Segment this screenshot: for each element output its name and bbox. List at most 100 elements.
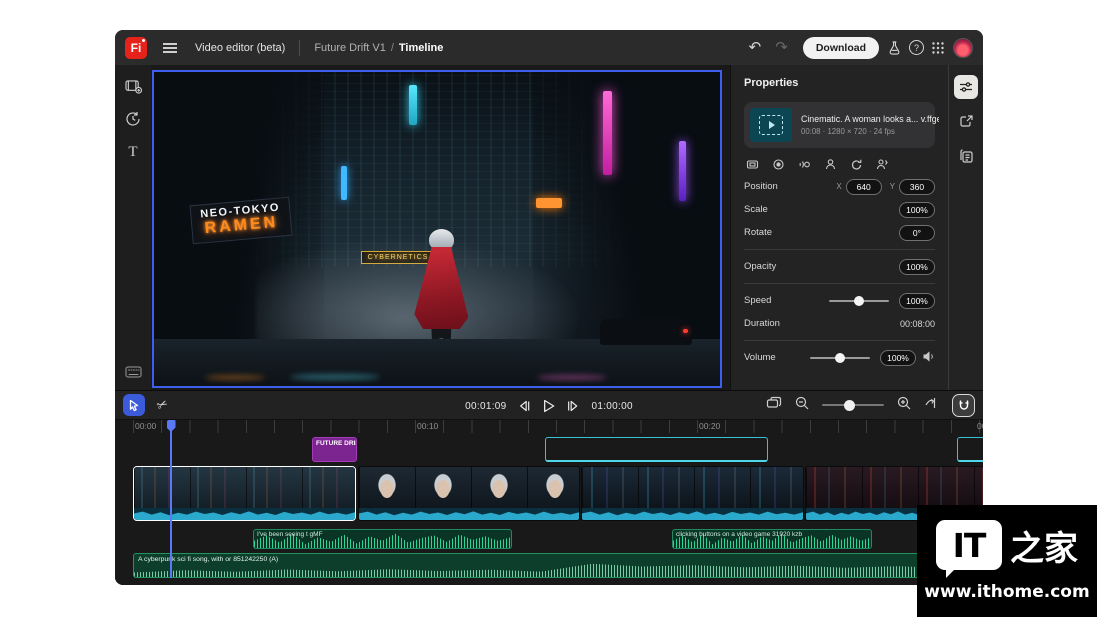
- split-tool-icon[interactable]: ✂: [154, 395, 171, 414]
- music-clip-label: A cyberpunk sci fi song, with or 8512422…: [138, 556, 278, 563]
- rotate-label: Rotate: [744, 227, 899, 238]
- audio-clip-label: clicking buttons on a video game 31920 k…: [676, 531, 802, 538]
- text-clip[interactable]: FUTURE DRIF: [312, 437, 357, 462]
- opacity-input[interactable]: [899, 259, 935, 275]
- panel-title: Properties: [744, 77, 935, 89]
- timeline-zoom-controls: [766, 394, 975, 417]
- reflection: [205, 375, 265, 380]
- redo-icon[interactable]: ↷: [775, 40, 788, 55]
- ithome-logo: IT: [936, 520, 1002, 570]
- divider: [299, 40, 300, 56]
- snap-playhead-icon[interactable]: [924, 396, 939, 415]
- overlay-video-clip-1[interactable]: [545, 437, 768, 462]
- hamburger-menu-icon[interactable]: [163, 47, 177, 49]
- preview-video[interactable]: NEO-TOKYO RAMEN CYBERNETICS: [152, 70, 722, 388]
- fit-timeline-icon[interactable]: [766, 396, 782, 415]
- play-button[interactable]: [543, 399, 556, 413]
- overlay-video-clip-2[interactable]: [957, 437, 983, 462]
- video-clip-3[interactable]: [581, 466, 804, 521]
- export-frame-icon[interactable]: [959, 114, 974, 134]
- transport-controls: 00:01:09 01:00:00: [465, 391, 633, 421]
- select-tool-button[interactable]: [123, 394, 145, 416]
- video-clip-2[interactable]: [358, 466, 580, 521]
- audio-levels-icon[interactable]: [798, 158, 811, 171]
- playhead[interactable]: [170, 420, 172, 578]
- help-icon[interactable]: ?: [909, 40, 924, 55]
- watermark: IT 之家 www.ithome.com: [917, 505, 1097, 617]
- position-y-input[interactable]: [899, 179, 935, 195]
- parked-car: [600, 319, 692, 345]
- video-clip-1-selected[interactable]: [133, 466, 356, 521]
- download-button[interactable]: Download: [803, 37, 879, 59]
- neon-sign: [536, 198, 562, 208]
- ruler-label: 00:30: [977, 421, 983, 431]
- timeline-tracks-area[interactable]: 00:00 00:10 00:20 00:30 FUTURE DRIF: [115, 420, 983, 583]
- opacity-row: Opacity: [744, 255, 935, 278]
- selected-clip-card[interactable]: Cinematic. A woman looks a... v.ffgenvid…: [744, 102, 935, 148]
- clip-metadata: 00:08 · 1280 × 720 · 24 fps: [801, 127, 939, 136]
- properties-tab-icon[interactable]: [954, 75, 978, 99]
- timeline-ruler[interactable]: 00:00 00:10 00:20 00:30: [115, 420, 983, 433]
- ruler-label: 00:10: [417, 421, 438, 431]
- text-tool-icon[interactable]: T: [128, 144, 137, 161]
- breadcrumb-separator: /: [391, 42, 394, 54]
- rotate-icon[interactable]: [850, 158, 863, 171]
- add-media-icon[interactable]: [125, 79, 142, 94]
- zoom-in-icon[interactable]: [897, 396, 911, 415]
- keyboard-icon[interactable]: [125, 366, 142, 378]
- remove-background-icon[interactable]: [876, 158, 889, 171]
- volume-input[interactable]: [880, 350, 916, 366]
- volume-label: Volume: [744, 352, 810, 363]
- frame-back-icon[interactable]: [518, 400, 532, 412]
- user-avatar[interactable]: [953, 38, 973, 58]
- page: Fi Video editor (beta) Future Drift V1 /…: [0, 0, 1097, 617]
- reflection: [290, 374, 380, 380]
- divider: [744, 283, 935, 284]
- beaker-icon[interactable]: [887, 40, 902, 55]
- right-toolbar: [948, 65, 983, 390]
- frame-forward-icon[interactable]: [567, 400, 581, 412]
- clip-thumbnail-icon: [750, 108, 792, 142]
- apps-grid-icon[interactable]: [931, 41, 945, 55]
- zoom-slider[interactable]: [822, 404, 884, 406]
- person-icon[interactable]: [824, 158, 837, 171]
- timeline-section: ✂ 00:01:09 01:00:00: [115, 390, 983, 585]
- ithome-logo-cjk: 之家: [1010, 521, 1078, 570]
- timeline-toolbar: ✂ 00:01:09 01:00:00: [115, 390, 983, 420]
- music-clip[interactable]: A cyberpunk sci fi song, with or 8512422…: [133, 553, 983, 578]
- y-axis-label: Y: [890, 182, 895, 191]
- left-toolbar: T: [115, 65, 151, 390]
- divider: [744, 340, 935, 341]
- breadcrumb-project[interactable]: Future Drift V1: [314, 42, 386, 54]
- scale-input[interactable]: [899, 202, 935, 218]
- audio-clip-1[interactable]: I've been seeing t gMF: [253, 529, 512, 549]
- app-window: Fi Video editor (beta) Future Drift V1 /…: [115, 30, 983, 585]
- speed-slider[interactable]: [829, 300, 889, 302]
- crop-icon[interactable]: [746, 158, 759, 171]
- firefly-logo[interactable]: Fi: [125, 37, 147, 59]
- speaker-icon[interactable]: [923, 351, 935, 365]
- zoom-out-icon[interactable]: [795, 396, 809, 415]
- neon-sign: [409, 85, 417, 125]
- volume-row: Volume: [744, 346, 935, 369]
- ruler-label: 00:00: [135, 421, 156, 431]
- speed-input[interactable]: [899, 293, 935, 309]
- clip-action-bar: [746, 158, 933, 171]
- undo-icon[interactable]: ↶: [749, 40, 762, 55]
- main-area: T: [115, 65, 983, 390]
- rotate-row: Rotate: [744, 221, 935, 244]
- audio-clip-2[interactable]: clicking buttons on a video game 31920 k…: [672, 529, 872, 549]
- neon-sign: [341, 166, 347, 200]
- captions-icon[interactable]: [959, 149, 974, 169]
- clip-name: Cinematic. A woman looks a... v.ffgenvid: [801, 114, 939, 124]
- position-x-input[interactable]: [846, 179, 882, 195]
- speed-label: Speed: [744, 295, 829, 306]
- reflection: [537, 375, 607, 380]
- volume-slider[interactable]: [810, 357, 870, 359]
- rotate-input[interactable]: [899, 225, 935, 241]
- duration-value: 00:08:00: [900, 319, 935, 329]
- generation-history-icon[interactable]: [125, 111, 141, 127]
- snapping-toggle-button[interactable]: [952, 394, 975, 417]
- duration-row: Duration 00:08:00: [744, 312, 935, 335]
- record-icon[interactable]: [772, 158, 785, 171]
